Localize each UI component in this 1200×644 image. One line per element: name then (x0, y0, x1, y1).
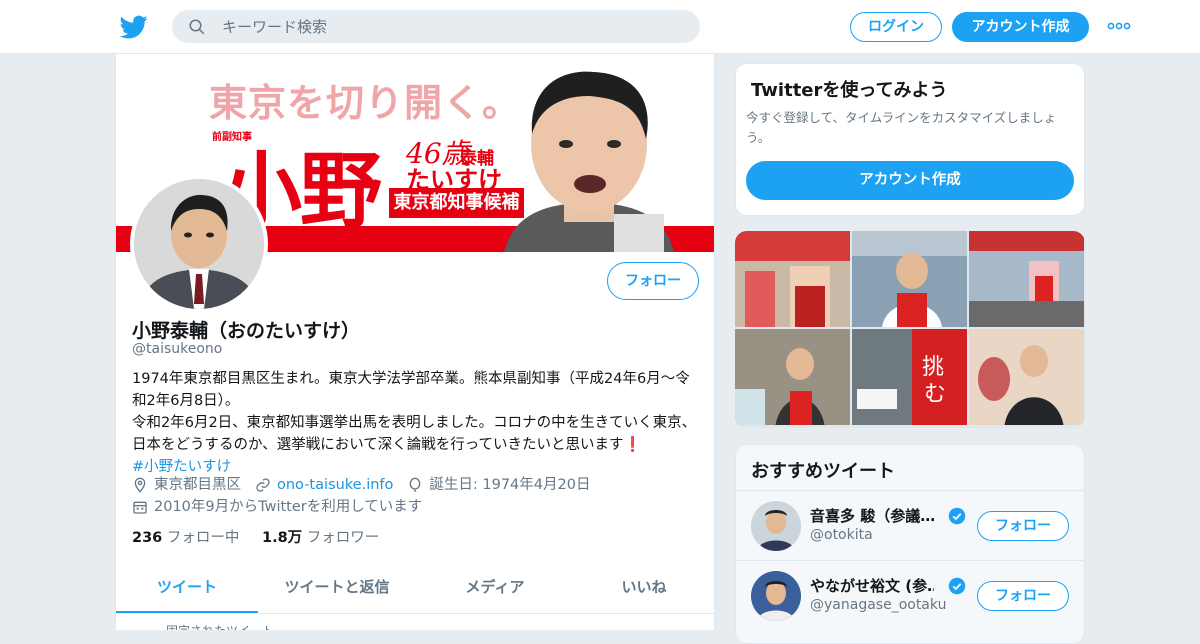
website-link[interactable]: ono-taisuke.info (277, 474, 393, 496)
recommended-card: おすすめツイート 音喜多 駿（参議… @otokita フォロー やながせ裕文 … (735, 444, 1085, 644)
tab-tweets-replies[interactable]: ツイートと返信 (258, 562, 416, 613)
profile-avatar[interactable] (130, 175, 268, 313)
location-text: 東京都目黒区 (154, 477, 241, 493)
calendar-icon (133, 501, 147, 514)
balloon-icon (410, 477, 421, 492)
recommended-user[interactable]: やながせ裕文 (参… @yanagase_ootaku フォロー (736, 560, 1084, 629)
birthday-text: 誕生日: 1974年4月20日 (429, 477, 591, 493)
recommended-user-name[interactable]: やながせ裕文 (参… (810, 575, 934, 596)
search-box[interactable] (172, 10, 700, 43)
signup-button[interactable]: アカウント作成 (952, 12, 1089, 42)
profile-bio: 1974年東京都目黒区生まれ。東京大学法学部卒業。熊本県副知事（平成24年6月～… (132, 368, 704, 478)
media-thumb[interactable] (969, 329, 1084, 425)
bio-line-2: 令和2年6月2日、東京都知事選挙出馬を表明しました。コロナの中を生きていく東京、… (132, 415, 697, 453)
pinned-label: 固定されたツイート (166, 622, 274, 630)
tab-tweets[interactable]: ツイート (116, 562, 258, 613)
search-input[interactable] (222, 10, 682, 43)
media-grid: 挑む (735, 231, 1085, 428)
profile-stats: 236 フォロー中 1.8万 フォロワー (132, 526, 397, 547)
hashtag-link[interactable]: #小野たいすけ (132, 459, 231, 475)
top-bar: ログイン アカウント作成 (0, 0, 1200, 54)
recommended-follow-button[interactable]: フォロー (977, 581, 1069, 611)
follow-button[interactable]: フォロー (607, 262, 699, 300)
media-thumb[interactable] (969, 231, 1084, 327)
verified-badge-icon (948, 577, 966, 595)
banner-slogan: 東京を切り開く。 (209, 80, 522, 125)
profile-name: 小野泰輔（おのたいすけ） (132, 320, 361, 342)
search-icon (189, 19, 205, 35)
recommended-user-name[interactable]: 音喜多 駿（参議… (810, 505, 934, 526)
profile-meta: 東京都目黒区 ono-taisuke.info 誕生日: 1974年4月20日 … (132, 474, 704, 518)
login-button[interactable]: ログイン (850, 12, 942, 42)
more-icon[interactable] (1107, 20, 1131, 32)
banner-portrait (504, 71, 674, 252)
profile-handle[interactable]: @taisukeono (132, 341, 222, 357)
svg-text:む: む (924, 382, 946, 407)
joined-text: 2010年9月からTwitterを利用しています (154, 499, 423, 515)
avatar[interactable] (751, 571, 801, 621)
verified-badge-icon (948, 507, 966, 525)
followers-count[interactable]: 1.8万 (262, 530, 302, 546)
svg-text:挑: 挑 (922, 355, 944, 380)
recommended-user[interactable]: 音喜多 駿（参議… @otokita フォロー (736, 490, 1084, 559)
profile-column: 東京を切り開く。 前副知事 小野 46歳 泰輔 たいすけ 東京都知事候補 フォロ… (115, 54, 715, 630)
followers-label[interactable]: フォロワー (307, 530, 380, 546)
profile-tabs: ツイート ツイートと返信 メディア いいね (116, 562, 714, 614)
tab-media[interactable]: メディア (416, 562, 574, 613)
exclamation-icon: ❗ (623, 437, 642, 453)
signup-card-button[interactable]: アカウント作成 (746, 161, 1074, 200)
twitter-bird-icon[interactable] (120, 13, 148, 41)
tab-likes[interactable]: いいね (574, 562, 714, 613)
bio-line-1: 1974年東京都目黒区生まれ。東京大学法学部卒業。熊本県副知事（平成24年6月～… (132, 371, 690, 409)
recommended-user-handle: @otokita (810, 527, 873, 543)
location-icon (134, 477, 146, 493)
signup-card-description: 今すぐ登録して、タイムラインをカスタマイズしましょう。 (746, 110, 1057, 145)
link-icon (256, 478, 270, 492)
following-count[interactable]: 236 (132, 530, 162, 546)
signup-card-title: Twitterを使ってみよう (751, 80, 948, 101)
media-thumb[interactable] (735, 231, 850, 327)
recommended-follow-button[interactable]: フォロー (977, 511, 1069, 541)
signup-card: Twitterを使ってみよう 今すぐ登録して、タイムラインをカスタマイズしましょ… (735, 63, 1085, 216)
recommended-user-handle: @yanagase_ootaku (810, 597, 947, 613)
recommended-title: おすすめツイート (751, 461, 895, 482)
media-thumb[interactable]: 挑む (852, 329, 967, 425)
avatar[interactable] (751, 501, 801, 551)
media-thumb[interactable] (735, 329, 850, 425)
following-label[interactable]: フォロー中 (167, 530, 240, 546)
media-thumb[interactable] (852, 231, 967, 327)
